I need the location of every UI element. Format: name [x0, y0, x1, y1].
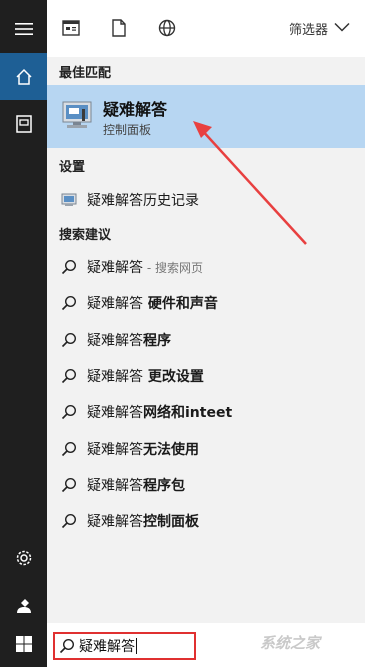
search-icon — [59, 295, 79, 311]
web-icon[interactable] — [157, 18, 177, 38]
suggestion-item[interactable]: 疑难解答 更改设置 — [47, 359, 365, 393]
suggestion-bold: 更改设置 — [143, 369, 204, 385]
filter-label: 筛选器 — [289, 23, 329, 38]
chevron-down-icon — [334, 21, 350, 36]
troubleshoot-history-icon — [59, 193, 79, 207]
suggestion-item[interactable]: 疑难解答 - 搜索网页 — [47, 250, 365, 284]
troubleshoot-icon — [61, 100, 93, 130]
suggestion-prefix: 疑难解答 — [87, 442, 143, 458]
apps-icon[interactable] — [61, 18, 81, 38]
suggestion-prefix: 疑难解答 — [87, 296, 143, 312]
suggestion-bold: 无法使用 — [143, 442, 199, 458]
search-icon — [59, 477, 79, 493]
filter-dropdown[interactable]: 筛选器 — [289, 19, 350, 38]
left-rail — [0, 0, 47, 667]
best-match-heading: 最佳匹配 — [59, 66, 112, 81]
settings-item-history[interactable]: 疑难解答历史记录 — [47, 183, 365, 217]
suggestion-item[interactable]: 疑难解答网络和inteet — [47, 395, 365, 429]
documents-icon[interactable] — [109, 18, 129, 38]
suggestion-item[interactable]: 疑难解答 硬件和声音 — [47, 286, 365, 320]
search-icon — [55, 638, 79, 654]
suggestion-item[interactable]: 疑难解答程序包 — [47, 468, 365, 502]
search-toolbar: 筛选器 — [47, 0, 365, 57]
best-match-title: 疑难解答 — [103, 100, 168, 119]
results-panel: 最佳匹配 疑难解答 控制面板 设置 疑难解答历史记录 搜索建议 疑难解答 - 搜… — [47, 57, 365, 623]
suggestion-bold: 控制面板 — [143, 514, 199, 530]
search-icon — [59, 404, 79, 420]
search-icon — [59, 259, 79, 275]
suggestion-suffix: - 搜索网页 — [143, 261, 203, 275]
search-input-value: 疑难解答 — [79, 639, 135, 655]
watermark: 系统之家 — [260, 634, 321, 652]
settings-item-label: 疑难解答历史记录 — [87, 193, 199, 209]
windows-start-icon[interactable] — [0, 620, 47, 667]
suggestion-prefix: 疑难解答 — [87, 260, 143, 276]
suggestion-bold: 硬件和声音 — [143, 296, 218, 312]
suggestion-item[interactable]: 疑难解答无法使用 — [47, 432, 365, 466]
hamburger-menu-icon[interactable] — [0, 5, 47, 52]
best-match-subtitle: 控制面板 — [103, 123, 152, 137]
settings-heading: 设置 — [59, 160, 86, 175]
suggestion-item[interactable]: 疑难解答程序 — [47, 323, 365, 357]
best-match-result[interactable]: 疑难解答 控制面板 — [47, 85, 365, 148]
suggestion-item[interactable]: 疑难解答控制面板 — [47, 504, 365, 538]
search-icon — [59, 368, 79, 384]
search-icon — [59, 441, 79, 457]
gear-icon[interactable] — [0, 534, 47, 581]
suggestion-prefix: 疑难解答 — [87, 478, 143, 494]
document-icon[interactable] — [0, 100, 47, 147]
search-input[interactable]: 疑难解答 — [53, 632, 196, 660]
suggestion-bold: 程序 — [143, 333, 171, 349]
suggestion-bold: 网络和inteet — [143, 405, 233, 421]
search-icon — [59, 513, 79, 529]
suggestions-heading: 搜索建议 — [59, 228, 112, 243]
suggestion-prefix: 疑难解答 — [87, 333, 143, 349]
suggestion-bold: 程序包 — [143, 478, 185, 494]
suggestion-prefix: 疑难解答 — [87, 369, 143, 385]
suggestion-prefix: 疑难解答 — [87, 405, 143, 421]
search-icon — [59, 332, 79, 348]
home-icon[interactable] — [0, 53, 47, 100]
suggestion-prefix: 疑难解答 — [87, 514, 143, 530]
text-caret — [136, 638, 137, 654]
